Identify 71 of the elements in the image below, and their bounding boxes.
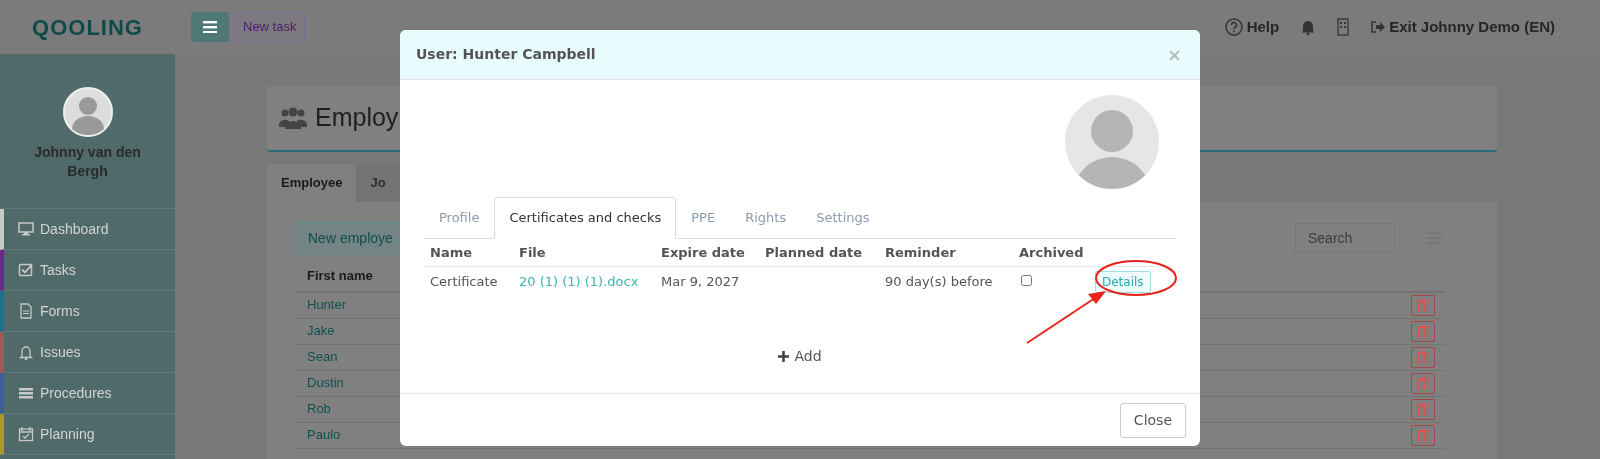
bell-icon [18,344,34,360]
trash-icon [1417,376,1429,390]
menu-button[interactable] [191,12,229,42]
name-link[interactable]: Jake [307,321,335,341]
sidebar-item[interactable]: Procedures [0,373,175,414]
details-button[interactable]: Details [1095,270,1151,293]
column-header: Archived [1013,238,1089,267]
new-task-button[interactable]: New task [234,12,306,42]
exit-link[interactable]: Exit Johnny Demo (EN) [1371,15,1555,39]
calendar-icon [18,426,34,442]
column-header: Reminder [879,238,1013,267]
sidebar-item[interactable]: Forms [0,291,175,332]
sidebar-item[interactable]: Dashboard [0,209,175,250]
monitor-icon [18,221,34,237]
bell-icon [1301,19,1316,35]
file-link[interactable]: 20 (1) (1) (1).docx [519,274,639,289]
add-button[interactable]: Add [772,344,828,368]
modal-title: User: Hunter Campbell [416,45,596,64]
close-icon [1169,50,1180,61]
name-link[interactable]: Hunter [307,295,347,315]
delete-button[interactable] [1411,398,1435,420]
users-icon [279,107,307,129]
help-link[interactable]: Help [1224,15,1280,39]
trash-icon [1417,324,1429,338]
trash-icon [1417,298,1429,312]
delete-button[interactable] [1411,320,1435,342]
tab[interactable]: Employee [267,164,357,202]
page-title: Employ [315,102,399,134]
plus-icon [778,350,790,362]
delete-button[interactable] [1411,372,1435,394]
user-name: Johnny van den Bergh [33,143,142,181]
trash-icon [1417,350,1429,364]
tab[interactable]: Profile [424,197,495,239]
table-cell: 90 day(s) before [879,266,1013,297]
column-header: Expire date [655,238,759,267]
tab[interactable]: Rights [730,197,802,239]
tab[interactable]: Settings [801,197,885,239]
column-header: Name [424,238,513,267]
name-link[interactable]: Dustin [307,373,344,393]
help-icon [1224,18,1243,36]
logo: QOOLING [31,13,144,42]
delete-button[interactable] [1411,294,1435,316]
column-header: First name [307,266,373,285]
name-link[interactable]: Paulo [307,425,341,445]
column-header: Planned date [759,238,879,267]
close-button[interactable]: Close [1119,402,1186,438]
building-icon [1337,18,1350,36]
trash-icon [1417,402,1429,416]
sidebar-item[interactable]: Issues [0,332,175,373]
sidebar-item[interactable]: Planning [0,414,175,455]
trash-icon [1417,428,1429,442]
search-field[interactable]: Search [1295,223,1395,253]
delete-button[interactable] [1411,424,1435,446]
sidebar-item[interactable]: Tasks [0,250,175,291]
avatar-icon [62,87,113,137]
table-cell: Mar 9, 2027 [655,266,759,297]
avatar-icon [1065,95,1159,189]
name-link[interactable]: Rob [307,399,331,419]
list-icon [18,385,34,401]
checkbox[interactable] [1021,275,1032,286]
delete-button[interactable] [1411,346,1435,368]
menu-icon [203,21,217,33]
table-cell: Certificate [424,266,513,297]
tab[interactable]: Jo [356,164,400,202]
tab[interactable]: PPE [676,197,731,239]
checkbox-icon [18,262,34,278]
exit-icon [1371,21,1386,33]
document-icon [18,303,34,319]
tab[interactable]: Certificates and checks [494,197,677,239]
name-link[interactable]: Sean [307,347,338,367]
column-header: File [513,238,655,267]
